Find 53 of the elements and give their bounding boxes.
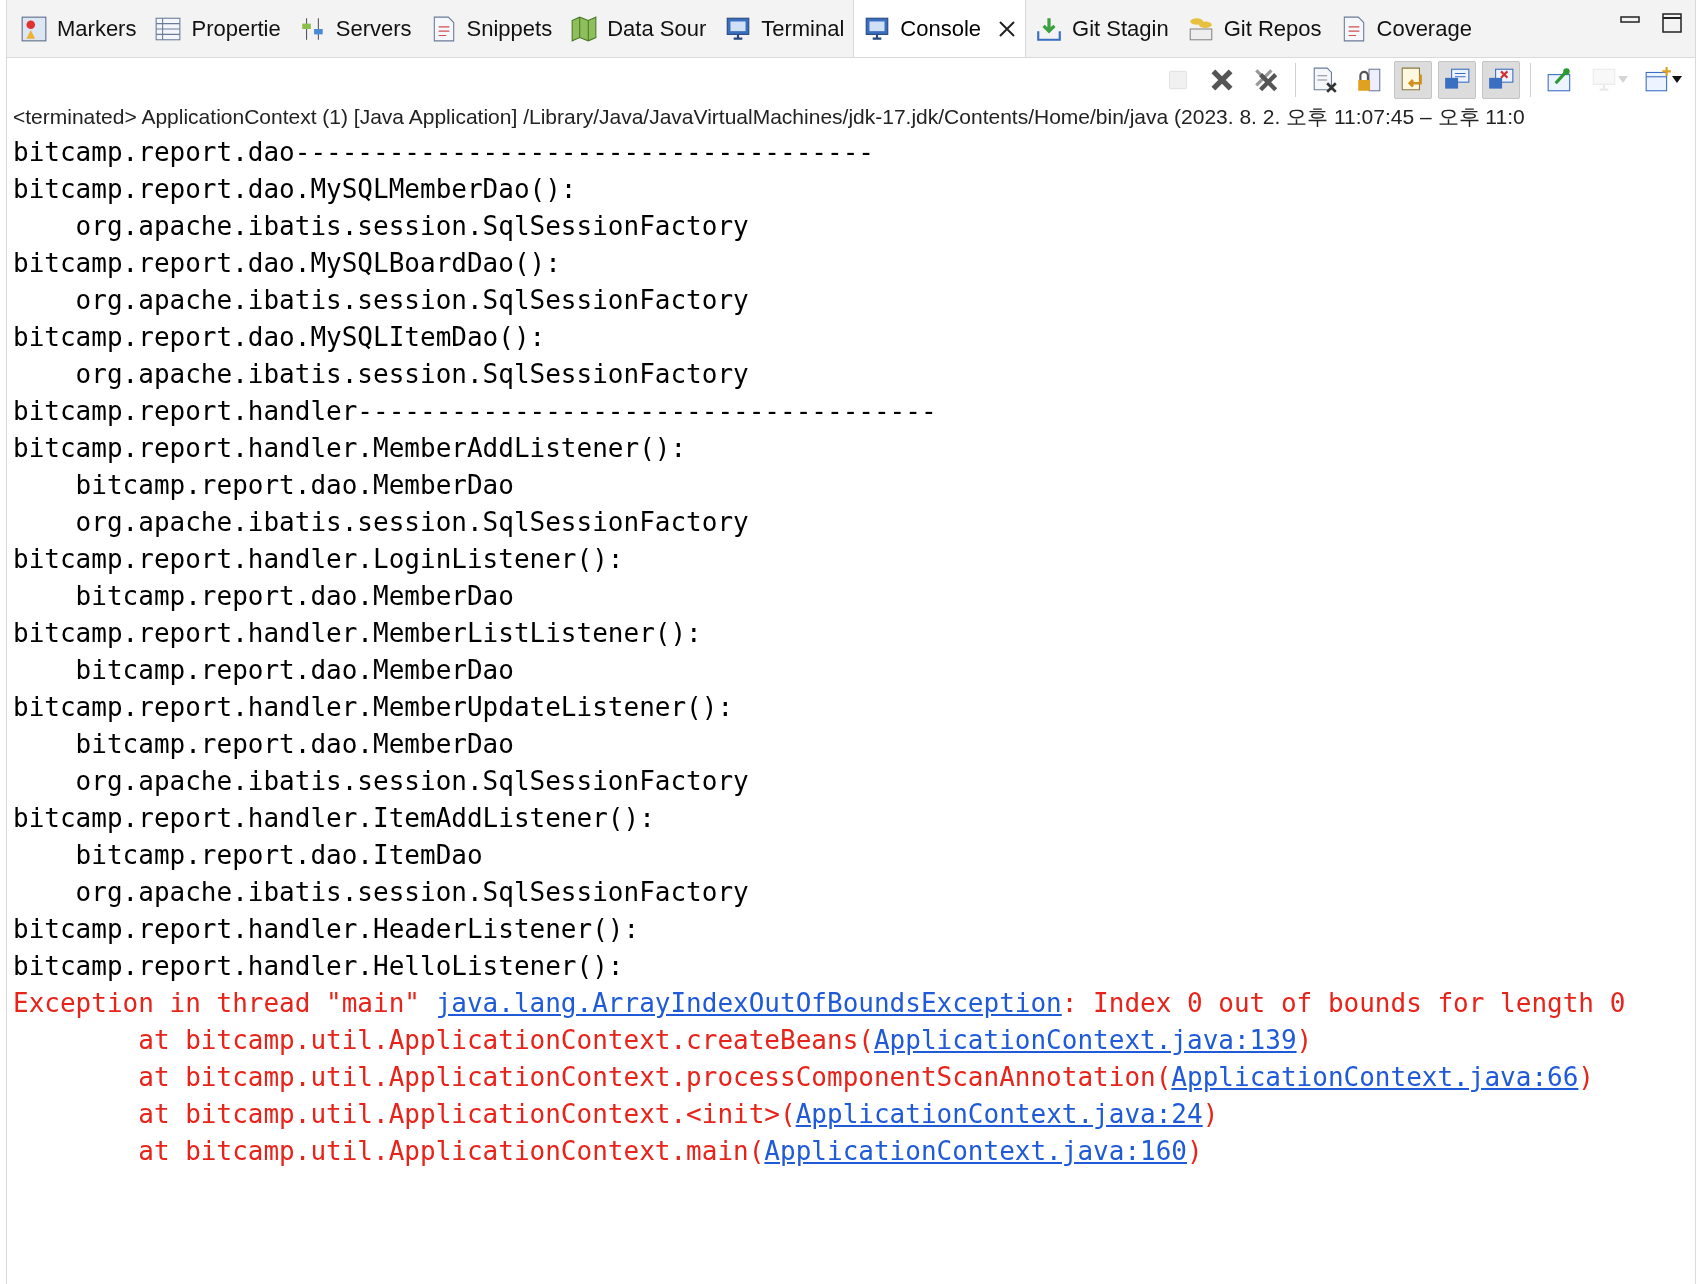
monitor-icon <box>1590 66 1618 94</box>
console-line: bitcamp.report.dao.ItemDao <box>74 839 484 872</box>
stack-trace-link[interactable]: ApplicationContext.java:160 <box>764 1136 1187 1166</box>
console-line: bitcamp.report.handler.MemberListListener(): <box>13 617 703 650</box>
console-line: at bitcamp.util.ApplicationContext.createBeans(ApplicationContext.java:139) <box>137 1024 1314 1057</box>
stack-trace-link[interactable]: ApplicationContext.java:139 <box>873 1025 1297 1055</box>
view-tab[interactable]: Terminal <box>715 0 854 57</box>
console-line: bitcamp.report.handler------------------------------------- <box>13 395 938 428</box>
console-line: at bitcamp.util.ApplicationContext.processComponentScanAnnotation(ApplicationContext.java:66) <box>137 1061 1595 1094</box>
markers-icon <box>20 14 48 43</box>
stack-trace-link[interactable]: java.lang.ArrayIndexOutOfBoundsException <box>435 988 1062 1018</box>
view-tab[interactable]: Coverage <box>1330 0 1481 57</box>
console-line: bitcamp.report.dao.MySQLBoardDao(): <box>13 247 562 280</box>
console-line: bitcamp.report.dao.MemberDao <box>74 728 515 761</box>
view-tab[interactable]: Git Repos <box>1177 0 1331 57</box>
console-line: bitcamp.report.handler.HeaderListener(): <box>13 913 641 946</box>
console-line: bitcamp.report.dao.MySQLItemDao(): <box>13 321 547 354</box>
view-tab[interactable]: Data Sour <box>561 0 716 57</box>
console-line: org.apache.ibatis.session.SqlSessionFactory <box>74 765 750 798</box>
console-line: bitcamp.report.handler.ItemAddListener(): <box>13 802 656 835</box>
view-tab[interactable]: Propertie <box>145 0 290 57</box>
double-x-icon <box>1252 66 1280 94</box>
stack-trace-link[interactable]: ApplicationContext.java:66 <box>1171 1062 1579 1092</box>
clear-document-icon <box>1311 66 1339 94</box>
view-tab[interactable]: Console <box>853 0 1027 57</box>
console-line: bitcamp.report.dao.MemberDao <box>74 469 515 502</box>
console-line: at bitcamp.util.ApplicationContext.main(ApplicationContext.java:160) <box>137 1135 1204 1168</box>
view-tab[interactable]: Markers <box>11 0 146 57</box>
console-status-line: <terminated> ApplicationContext (1) [Java Application] /Library/Java/JavaVirtualMachines/jdk-17.jdk/Contents/Home/bin/java (2023. 8. 2. 오후 11:07:45 – 오후 11:0 <box>12 104 1526 130</box>
map-icon <box>570 14 599 43</box>
console-line: bitcamp.report.handler.MemberUpdateListener(): <box>13 691 735 724</box>
maximize-icon[interactable] <box>1661 12 1683 34</box>
console-line: bitcamp.report.dao------------------------------------- <box>13 136 875 169</box>
console-line: org.apache.ibatis.session.SqlSessionFactory <box>74 876 750 909</box>
console-line: org.apache.ibatis.session.SqlSessionFactory <box>74 506 750 539</box>
view-tab[interactable]: Snippets <box>420 0 562 57</box>
console-line: org.apache.ibatis.session.SqlSessionFactory <box>74 358 750 391</box>
console-line: Exception in thread "main" java.lang.ArrayIndexOutOfBoundsException: Index 0 out of bounds for length 0 <box>13 987 1627 1020</box>
lock-icon <box>1355 66 1383 94</box>
console-line: org.apache.ibatis.session.SqlSessionFactory <box>74 210 750 243</box>
console-line: at bitcamp.util.ApplicationContext.<init>(ApplicationContext.java:24) <box>137 1098 1220 1131</box>
console-line: bitcamp.report.dao.MySQLMemberDao(): <box>13 173 578 206</box>
console-line: bitcamp.report.dao.MemberDao <box>74 580 515 613</box>
console-line: bitcamp.report.handler.HelloListener(): <box>13 950 625 983</box>
console-line: bitcamp.report.handler.MemberAddListener(): <box>13 432 688 465</box>
view-tab[interactable]: Git Stagin <box>1026 0 1178 57</box>
close-icon[interactable] <box>998 19 1017 38</box>
console-line: bitcamp.report.dao.MemberDao <box>74 654 515 687</box>
new-window-icon <box>1644 66 1672 94</box>
view-tab[interactable]: Servers <box>289 0 421 57</box>
console-line: bitcamp.report.handler.LoginListener(): <box>13 543 625 576</box>
console-line: org.apache.ibatis.session.SqlSessionFactory <box>74 284 750 317</box>
stack-trace-link[interactable]: ApplicationContext.java:24 <box>795 1099 1203 1129</box>
